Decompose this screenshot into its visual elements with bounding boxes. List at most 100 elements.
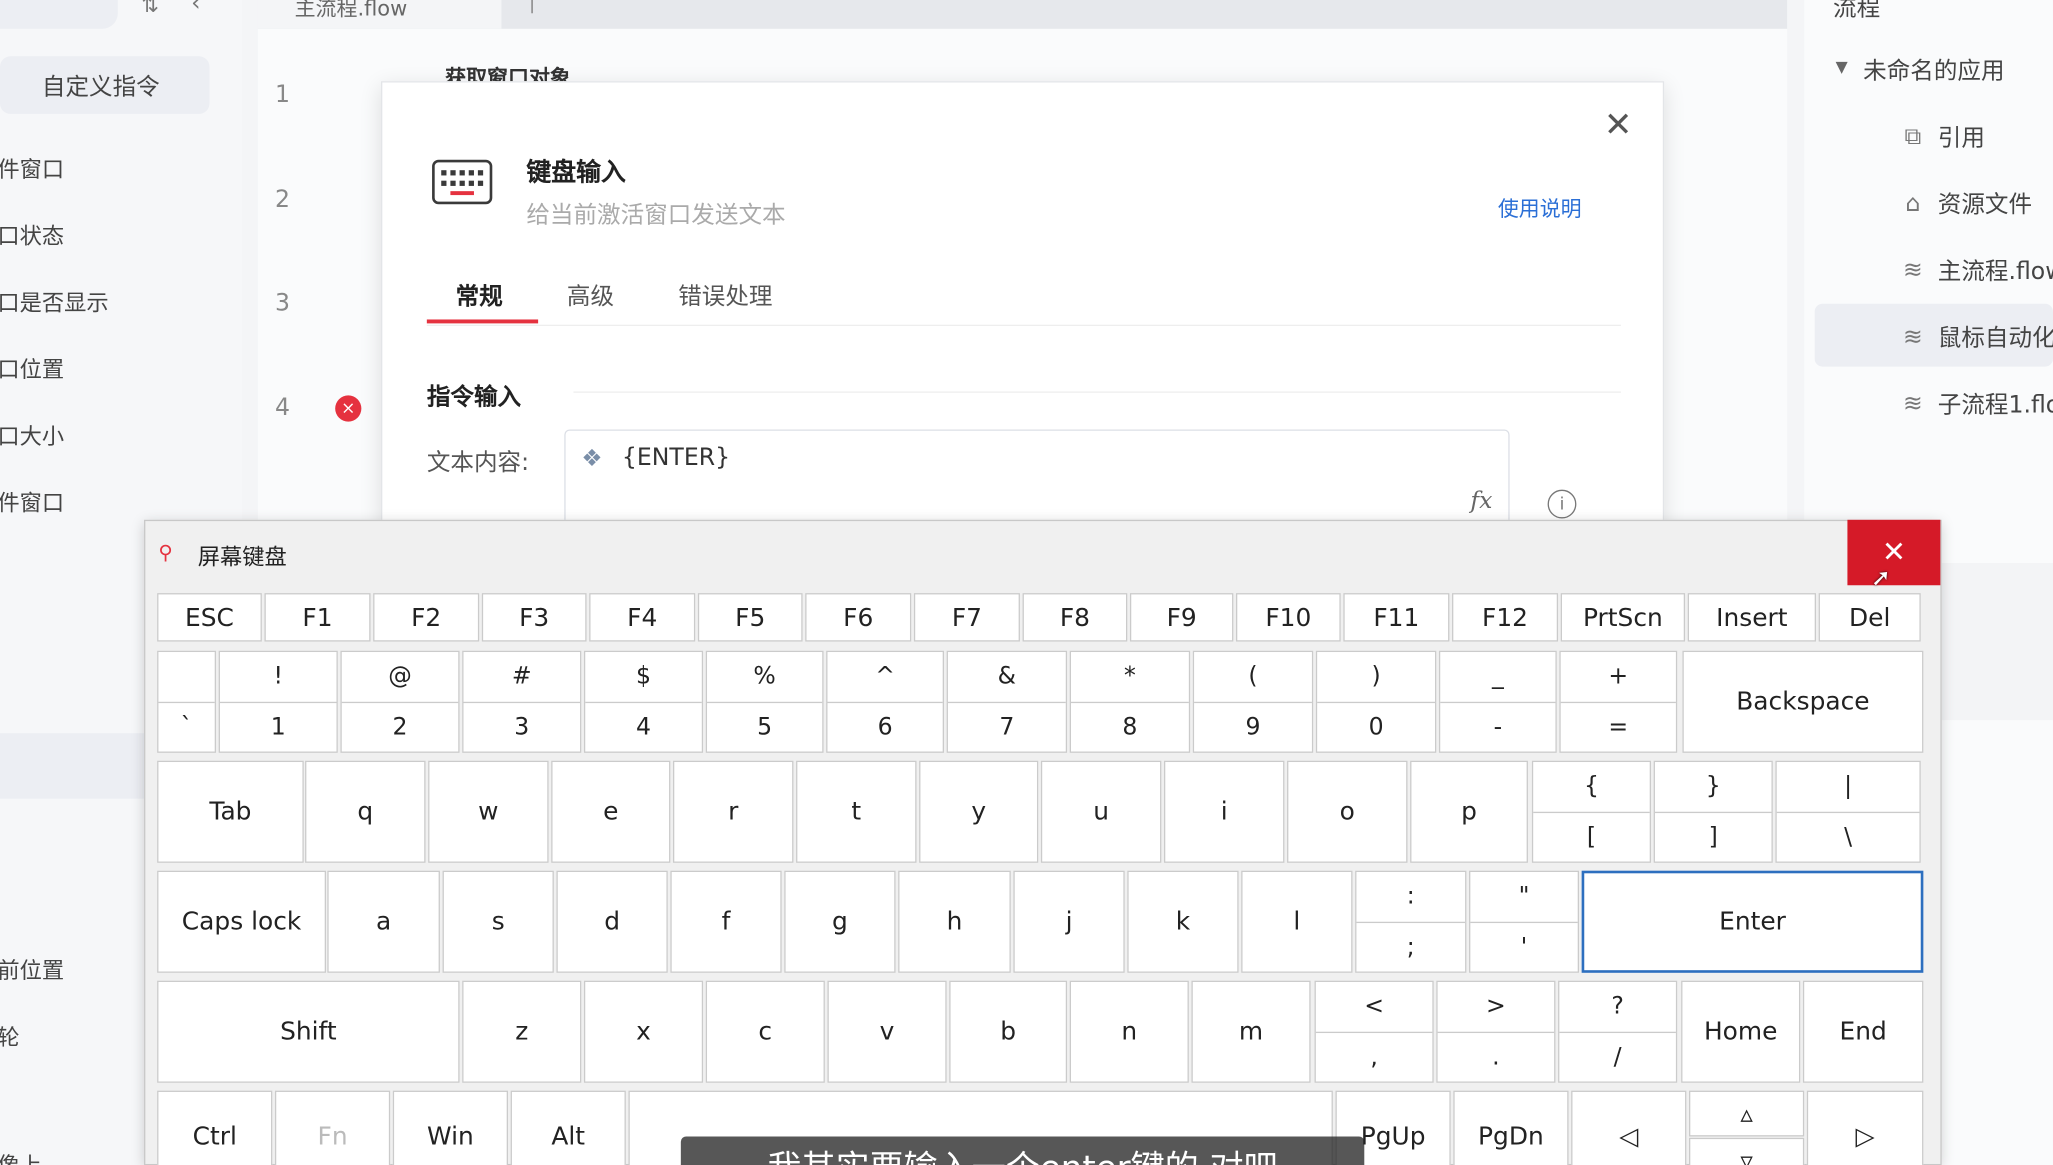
key-number[interactable]: % 5	[705, 650, 824, 753]
key-b[interactable]: b	[949, 980, 1068, 1083]
key-i[interactable]: i	[1163, 760, 1285, 863]
key-bracket[interactable]: }]	[1653, 760, 1773, 863]
key-f[interactable]: f	[670, 870, 782, 973]
tree-item-subflow[interactable]: ≋ 子流程1.flow	[1898, 386, 2053, 420]
key-o[interactable]: o	[1287, 760, 1408, 863]
key-enter[interactable]: Enter	[1581, 870, 1924, 973]
sidebar-item[interactable]: 前位置	[0, 952, 64, 984]
error-icon[interactable]: ×	[335, 395, 362, 422]
key-shift[interactable]: Shift	[157, 980, 460, 1083]
key-e[interactable]: e	[551, 760, 671, 863]
key-z[interactable]: z	[462, 980, 582, 1083]
key-w[interactable]: w	[428, 760, 549, 863]
tree-item-resources[interactable]: ⌂ 资源文件	[1898, 186, 2032, 220]
key-prtscn[interactable]: PrtScn	[1560, 593, 1686, 642]
sidebar-item[interactable]: 轮	[0, 1019, 20, 1051]
key-del[interactable]: Del	[1818, 593, 1921, 642]
key-l[interactable]: l	[1241, 870, 1353, 973]
key-bracket[interactable]: {[	[1531, 760, 1652, 863]
key-p[interactable]: p	[1410, 760, 1528, 863]
key-n[interactable]: n	[1069, 980, 1189, 1083]
key-f1[interactable]: F1	[264, 593, 371, 642]
editor-tab-label[interactable]: 主流程.flow	[295, 0, 408, 22]
key-arrow-up[interactable]: ▵	[1688, 1090, 1805, 1137]
key-punctuation[interactable]: " '	[1469, 870, 1580, 973]
key-number[interactable]: @2	[340, 650, 460, 753]
key-esc[interactable]: ESC	[157, 593, 262, 642]
key-end[interactable]: End	[1802, 980, 1924, 1083]
key-number[interactable]: #3	[462, 650, 582, 753]
sidebar-item[interactable]: 件窗口	[0, 484, 64, 517]
caret-down-icon[interactable]: ▼	[1836, 58, 1848, 76]
tab-error-handling[interactable]: 错误处理	[678, 278, 772, 312]
sidebar-item[interactable]: 件窗口	[0, 151, 64, 183]
tab-general[interactable]: 常规	[456, 278, 503, 312]
key-win[interactable]: Win	[392, 1090, 509, 1165]
help-link[interactable]: 使用说明	[1498, 191, 1582, 222]
key-f9[interactable]: F9	[1129, 593, 1234, 642]
key-x[interactable]: x	[583, 980, 704, 1083]
key-f5[interactable]: F5	[697, 593, 803, 642]
sidebar-item[interactable]: 像上	[0, 1147, 42, 1165]
key-bracket[interactable]: | \	[1775, 760, 1921, 863]
key-f10[interactable]: F10	[1235, 593, 1341, 642]
key-number[interactable]: & 7	[946, 650, 1068, 753]
key-f2[interactable]: F2	[373, 593, 480, 642]
key-number[interactable]: ) 0	[1315, 650, 1437, 753]
key-y[interactable]: y	[919, 760, 1039, 863]
key-s[interactable]: s	[442, 870, 554, 973]
key-number[interactable]: `	[157, 650, 217, 753]
key-k[interactable]: k	[1127, 870, 1239, 973]
tree-root[interactable]: 未命名的应用	[1863, 52, 2004, 86]
fx-button[interactable]: fx	[1470, 487, 1492, 514]
tree-item-mouse-automation[interactable]: ≋ 鼠标自动化	[1898, 319, 2053, 353]
chevron-left-icon[interactable]: ‹	[191, 0, 200, 17]
key-f11[interactable]: F11	[1343, 593, 1450, 642]
tree-item-reference[interactable]: ⧉ 引用	[1898, 119, 1984, 153]
close-icon[interactable]: ✕	[1604, 109, 1633, 143]
key-punctuation[interactable]: <,	[1314, 980, 1434, 1083]
key-r[interactable]: r	[672, 760, 794, 863]
key-f12[interactable]: F12	[1452, 593, 1559, 642]
key-f7[interactable]: F7	[913, 593, 1020, 642]
key-punctuation[interactable]: >.	[1436, 980, 1556, 1083]
osk-close-button[interactable]: ✕	[1847, 519, 1941, 586]
key-page-down[interactable]: PgDn	[1453, 1090, 1569, 1165]
key-alt[interactable]: Alt	[510, 1090, 626, 1165]
key-tab[interactable]: Tab	[157, 760, 304, 863]
key-number[interactable]: (9	[1192, 650, 1314, 753]
key-c[interactable]: c	[705, 980, 825, 1083]
key-number[interactable]: + =	[1559, 650, 1678, 753]
sidebar-item[interactable]: 口状态	[0, 217, 64, 250]
key-caps-lock[interactable]: Caps lock	[157, 870, 327, 973]
key-arrow-left[interactable]: ◁	[1571, 1090, 1687, 1165]
key-g[interactable]: g	[784, 870, 896, 973]
key-arrow-right[interactable]: ▷	[1806, 1090, 1924, 1165]
info-icon[interactable]: i	[1547, 489, 1577, 519]
sort-icon[interactable]: ⇅	[141, 0, 159, 17]
key-d[interactable]: d	[556, 870, 668, 973]
key-f4[interactable]: F4	[589, 593, 696, 642]
key-punctuation[interactable]: :;	[1355, 870, 1467, 973]
key-home[interactable]: Home	[1681, 980, 1801, 1083]
key-backspace[interactable]: Backspace	[1682, 650, 1924, 753]
key-a[interactable]: a	[327, 870, 440, 973]
key-number[interactable]: $4	[583, 650, 704, 753]
key-arrow-down[interactable]: ▿	[1688, 1137, 1805, 1165]
key-number[interactable]: ^ 6	[826, 650, 945, 753]
key-q[interactable]: q	[305, 760, 426, 863]
sidebar-item[interactable]: 口是否显示	[0, 284, 109, 317]
key-number[interactable]: * 8	[1069, 650, 1191, 753]
text-content-value[interactable]: {ENTER}	[622, 444, 730, 471]
key-t[interactable]: t	[796, 760, 917, 863]
key-h[interactable]: h	[898, 870, 1011, 973]
key-j[interactable]: j	[1013, 870, 1125, 973]
key-u[interactable]: u	[1040, 760, 1162, 863]
key-punctuation[interactable]: ? /	[1558, 980, 1678, 1083]
key-number[interactable]: _ -	[1438, 650, 1557, 753]
key-m[interactable]: m	[1191, 980, 1311, 1083]
sidebar-item[interactable]: 口大小	[0, 418, 64, 450]
left-search-box[interactable]	[0, 0, 118, 29]
sidebar-item[interactable]: 口位置	[0, 351, 64, 383]
key-f8[interactable]: F8	[1022, 593, 1128, 642]
